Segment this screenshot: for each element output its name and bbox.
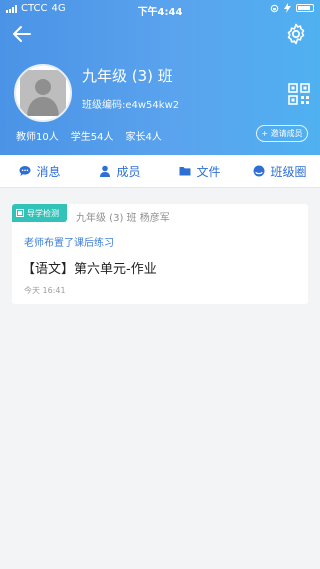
student-count: 学生54人 (70, 132, 114, 143)
member-stats: 教师10人 学生54人 家长4人 (16, 128, 162, 143)
class-avatar[interactable] (14, 64, 72, 122)
card-badge-label: 导学检测 (27, 208, 59, 218)
default-avatar-icon (20, 70, 66, 116)
teacher-count: 教师10人 (16, 132, 59, 143)
back-arrow-icon[interactable] (10, 22, 34, 46)
rotation-lock-icon (270, 4, 279, 12)
person-icon (100, 165, 111, 177)
tab-class-circle[interactable]: 班级圈 (240, 155, 320, 187)
parent-count: 家长4人 (125, 132, 162, 143)
class-tabs: 消息 成员 文件 班级圈 (0, 155, 320, 188)
chat-icon (19, 166, 31, 176)
card-source: 九年级 (3) 班 杨彦军 (76, 213, 170, 224)
card-title: 【语文】第六单元-作业 (22, 262, 157, 277)
card-subtitle: 老师布置了课后练习 (24, 238, 114, 249)
tab-files[interactable]: 文件 (160, 155, 240, 187)
card-time: 今天 16:41 (24, 286, 66, 295)
folder-icon (179, 167, 191, 176)
card-badge: 导学检测 (12, 204, 67, 222)
tab-members-label: 成员 (116, 164, 141, 179)
settings-gear-icon[interactable] (284, 22, 308, 46)
feed-card[interactable]: 导学检测 九年级 (3) 班 杨彦军 老师布置了课后练习 【语文】第六单元-作业… (12, 204, 308, 304)
battery-icon (296, 4, 314, 12)
charging-icon (284, 3, 291, 13)
circle-icon (253, 165, 265, 177)
tab-messages[interactable]: 消息 (0, 155, 80, 187)
qr-code-icon[interactable] (288, 83, 310, 105)
status-bar: CTCC 4G 下午4:44 (0, 0, 320, 18)
tab-members[interactable]: 成员 (80, 155, 160, 187)
tab-class-circle-label: 班级圈 (270, 164, 307, 179)
checklist-icon (16, 209, 24, 217)
class-name: 九年级 (3) 班 (82, 67, 173, 85)
tab-files-label: 文件 (196, 164, 221, 179)
tab-messages-label: 消息 (36, 164, 61, 179)
invite-member-button[interactable]: + 邀请成员 (256, 125, 308, 142)
class-code: 班级编码:e4w54kw2 (82, 100, 180, 111)
class-header: CTCC 4G 下午4:44 九年级 (3) 班 班级编码:e4w54kw2 教… (0, 0, 320, 155)
